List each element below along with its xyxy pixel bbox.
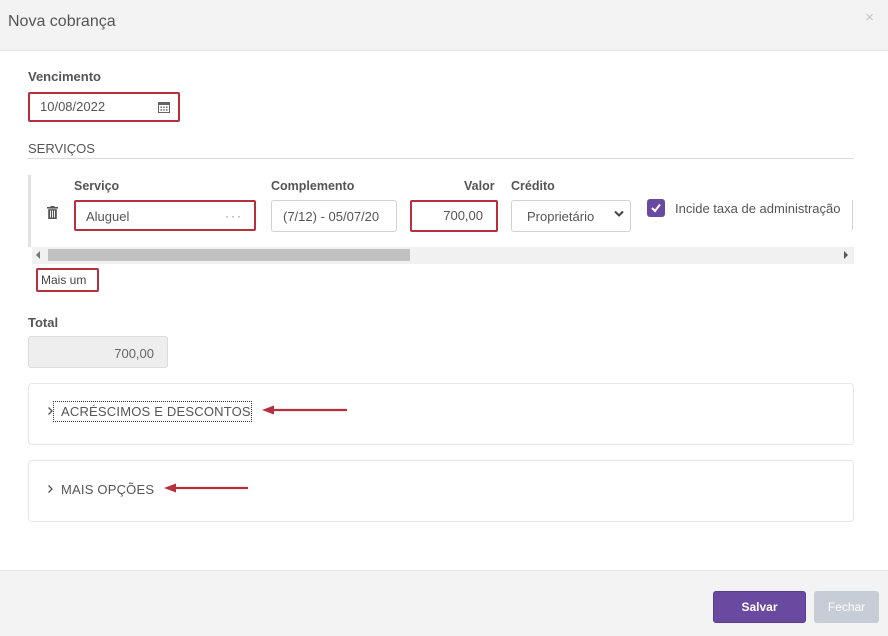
chevron-down-icon — [614, 210, 624, 217]
mais-opcoes-panel[interactable]: MAIS OPÇÕES — [28, 460, 854, 522]
check-icon — [651, 203, 661, 213]
more-options-icon[interactable]: ··· — [225, 209, 243, 223]
incide-taxa-checkbox[interactable] — [647, 199, 665, 217]
section-divider — [28, 158, 854, 159]
add-service-link[interactable]: Mais um — [41, 273, 86, 287]
calendar-icon[interactable] — [158, 101, 170, 113]
total-label: Total — [28, 315, 59, 330]
horizontal-scrollbar[interactable] — [32, 247, 854, 264]
servicos-section-title: SERVIÇOS — [28, 141, 95, 156]
modal-title: Nova cobrança — [8, 13, 116, 30]
credito-select[interactable]: Proprietário — [511, 200, 631, 232]
complemento-input[interactable]: (7/12) - 05/07/20 — [271, 200, 397, 232]
close-button[interactable]: Fechar — [814, 591, 879, 623]
scroll-right-arrow-icon[interactable] — [844, 251, 848, 259]
column-header-complemento: Complemento — [271, 179, 355, 193]
valor-input[interactable]: 700,00 — [413, 203, 495, 229]
trash-icon[interactable] — [47, 206, 58, 219]
total-input: 700,00 — [28, 336, 168, 368]
column-header-credito: Crédito — [511, 179, 555, 193]
close-icon[interactable]: × — [865, 9, 874, 26]
vencimento-label: Vencimento — [28, 69, 101, 84]
column-header-servico: Serviço — [74, 179, 120, 193]
scroll-left-arrow-icon[interactable] — [36, 251, 40, 259]
vencimento-date-input[interactable]: 10/08/2022 — [30, 95, 178, 119]
focus-outline — [53, 401, 252, 422]
row-divider — [28, 175, 31, 247]
modal-header: Nova cobrança × — [0, 0, 888, 51]
mais-opcoes-panel-title[interactable]: MAIS OPÇÕES — [61, 482, 154, 497]
annotation-arrow — [164, 483, 248, 493]
incide-taxa-label: Incide taxa de administração — [675, 201, 841, 216]
save-button[interactable]: Salvar — [713, 591, 806, 623]
annotation-arrow — [262, 405, 347, 415]
truncated-column-input[interactable] — [852, 200, 855, 230]
chevron-right-icon — [48, 485, 53, 493]
column-header-valor: Valor — [464, 179, 495, 193]
scrollbar-thumb[interactable] — [48, 249, 410, 261]
